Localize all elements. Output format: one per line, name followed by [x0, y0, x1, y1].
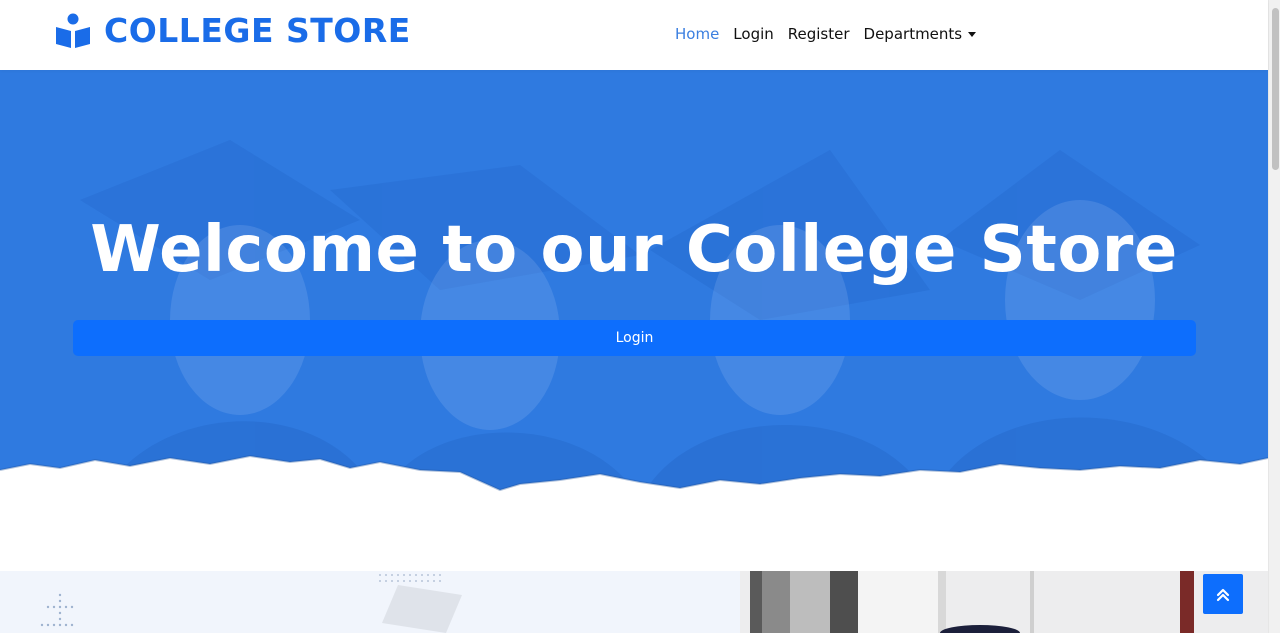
hero-login-button[interactable]: Login	[73, 320, 1196, 356]
page: COLLEGE STORE Home Login Register Depart…	[0, 0, 1280, 633]
page-scrollbar[interactable]	[1268, 0, 1280, 633]
brand-name: COLLEGE STORE	[104, 11, 411, 50]
scrollbar-thumb[interactable]	[1272, 8, 1279, 170]
caret-down-icon	[968, 32, 977, 37]
nav-departments-label: Departments	[863, 25, 963, 43]
about-section-left	[0, 571, 740, 633]
nav-home[interactable]: Home	[668, 20, 726, 48]
decorative-dot-pattern	[40, 574, 462, 633]
campus-photo	[740, 571, 1268, 633]
main-nav: Home Login Register Departments	[668, 20, 983, 48]
hero-title: Welcome to our College Store	[90, 213, 1178, 287]
nav-login[interactable]: Login	[726, 20, 780, 48]
torn-paper-divider	[0, 454, 1268, 500]
double-chevron-up-icon	[1216, 588, 1230, 602]
about-image	[740, 571, 1268, 633]
reading-person-icon	[56, 13, 90, 48]
brand-logo-link[interactable]: COLLEGE STORE	[54, 12, 411, 50]
nav-departments-dropdown[interactable]: Departments	[857, 20, 984, 48]
navbar: COLLEGE STORE Home Login Register Depart…	[0, 0, 1268, 70]
hero-section: Welcome to our College Store Login	[0, 70, 1268, 500]
nav-register[interactable]: Register	[781, 20, 857, 48]
back-to-top-button[interactable]	[1203, 574, 1243, 614]
